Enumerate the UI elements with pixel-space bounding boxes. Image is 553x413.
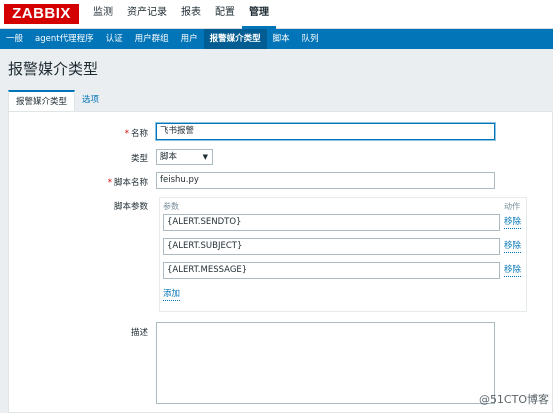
remove-param-button[interactable]: 移除: [504, 217, 522, 229]
param-input[interactable]: {ALERT.MESSAGE}: [163, 262, 500, 279]
name-label: * 名称: [124, 129, 148, 139]
description-textarea[interactable]: [156, 322, 495, 404]
top-header: ZABBIX 监测 资产记录 报表 配置 管理: [0, 0, 553, 29]
remove-param-button[interactable]: 移除: [504, 265, 522, 277]
type-select[interactable]: 脚本 ▼: [156, 149, 213, 165]
menu-inventory[interactable]: 资产记录: [120, 0, 174, 29]
menu-administration[interactable]: 管理: [242, 0, 276, 29]
submenu-queue[interactable]: 队列: [296, 29, 325, 49]
submenu-scripts[interactable]: 脚本: [267, 29, 296, 49]
chevron-down-icon: ▼: [202, 153, 208, 161]
submenu-users[interactable]: 用户: [175, 29, 204, 49]
sub-menu: 一般 agent代理程序 认证 用户群组 用户 报警媒介类型 脚本 队列: [0, 29, 553, 49]
top-menu: 监测 资产记录 报表 配置 管理: [86, 0, 276, 29]
tab-options[interactable]: 选项: [75, 90, 106, 111]
watermark: @51CTO博客: [478, 393, 549, 406]
submenu-general[interactable]: 一般: [0, 29, 29, 49]
form-panel: * 名称 飞书报警 类型 脚本 ▼ * 脚本名称 feishu.py 脚本参数 参数…: [8, 112, 553, 413]
script-name-input[interactable]: feishu.py: [156, 172, 495, 189]
add-param-button[interactable]: 添加: [163, 289, 181, 301]
script-params-table: 参数 动作 {ALERT.SENDTO} 移除 {ALERT.SUBJECT} …: [159, 197, 527, 312]
form-tabs: 报警媒介类型 选项: [8, 90, 553, 112]
script-name-label: * 脚本名称: [107, 178, 148, 188]
name-input[interactable]: 飞书报警: [156, 123, 495, 140]
submenu-user-groups[interactable]: 用户群组: [129, 29, 175, 49]
submenu-media-types[interactable]: 报警媒介类型: [203, 29, 267, 49]
param-input[interactable]: {ALERT.SUBJECT}: [163, 238, 500, 255]
menu-configuration[interactable]: 配置: [208, 0, 242, 29]
submenu-proxies[interactable]: agent代理程序: [29, 29, 100, 49]
params-header-action: 动作: [504, 202, 520, 211]
menu-reports[interactable]: 报表: [174, 0, 208, 29]
menu-monitoring[interactable]: 监测: [86, 0, 120, 29]
params-header-param: 参数: [163, 202, 179, 211]
type-label: 类型: [130, 154, 148, 164]
zabbix-logo[interactable]: ZABBIX: [4, 4, 79, 24]
description-label: 描述: [130, 328, 148, 338]
page-title: 报警媒介类型: [8, 60, 99, 78]
tab-media-type[interactable]: 报警媒介类型: [8, 90, 76, 111]
script-params-label: 脚本参数: [113, 202, 148, 212]
submenu-authentication[interactable]: 认证: [100, 29, 129, 49]
param-input[interactable]: {ALERT.SENDTO}: [163, 214, 500, 231]
remove-param-button[interactable]: 移除: [504, 241, 522, 253]
